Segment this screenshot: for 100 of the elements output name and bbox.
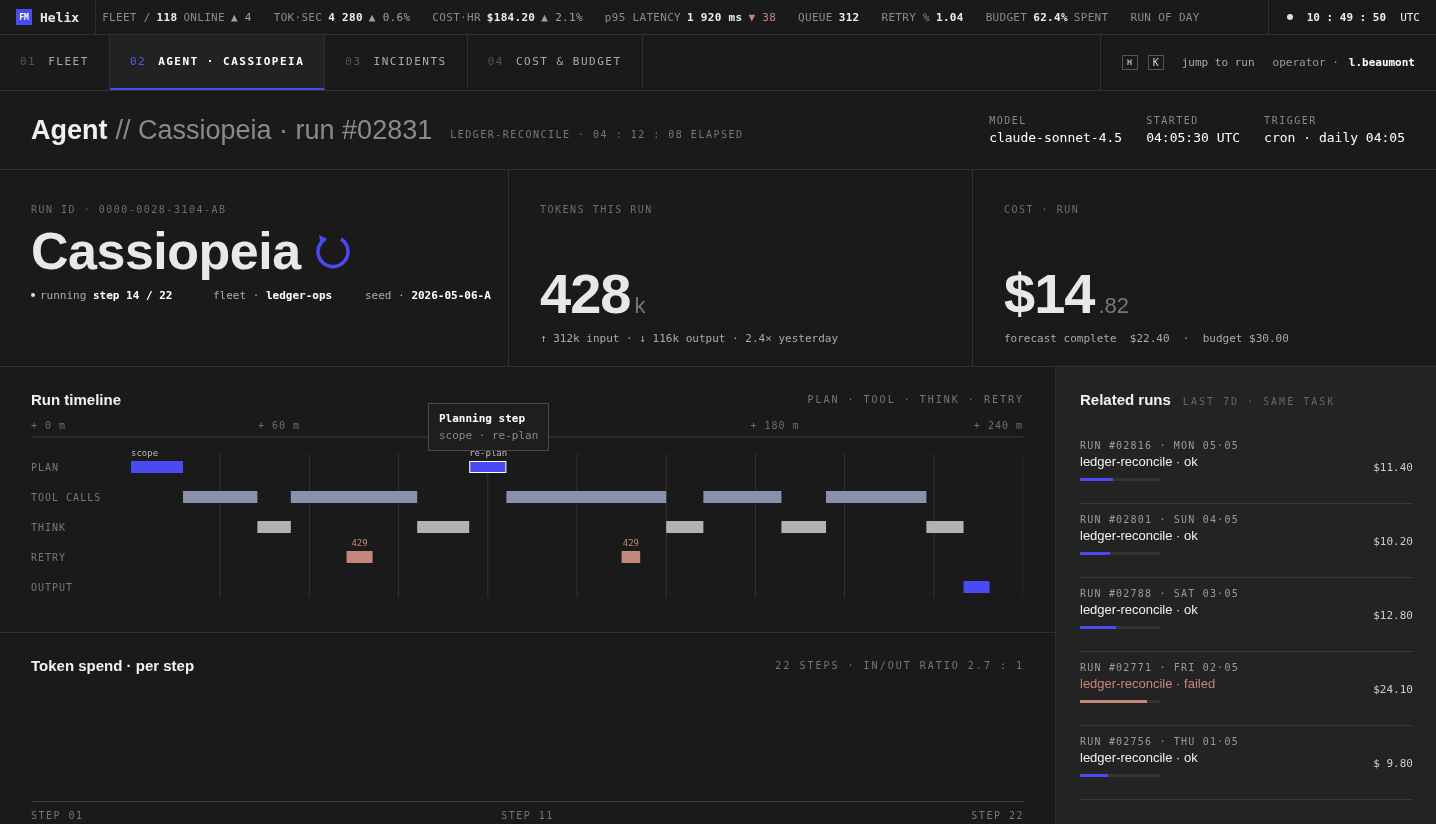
metric-label: QUEUE (798, 10, 833, 24)
nav-tab[interactable]: 04 COST & BUDGET (467, 35, 643, 90)
run-id: RUN #02771 · FRI 02·05 (1080, 661, 1240, 673)
app-name: Helix (40, 9, 80, 25)
live-dot-icon (1286, 14, 1293, 20)
run-id: RUN #02801 · SUN 04·05 (1080, 513, 1240, 525)
run-cost: $24.10 (1373, 683, 1413, 696)
bar-annotation: 429 (622, 538, 639, 548)
card-label: TOKENS THIS RUN (540, 204, 654, 215)
run-meta: LEDGER-RECONCILE · 04 : 12 : 08 ELAPSED (450, 128, 744, 140)
section-title: Token spend · per step (31, 657, 195, 674)
run-name: ledger-reconcile · ok (1080, 601, 1199, 617)
stat-detail: ↑ 312k input · ↓ 116k output · 2.4× yesterday (540, 332, 839, 345)
chart-legend: PLAN · TOOL · THINK · RETRY (807, 394, 1024, 405)
metric-label: TOK·SEC (273, 10, 323, 24)
field-value: cron · daily 04:05 (1264, 130, 1405, 145)
metric-value: 1 920 ms (687, 10, 743, 24)
page-title: Agent (31, 114, 108, 146)
clock-time: 10 : 49 : 50 (1306, 10, 1387, 24)
panel-subtitle: LAST 7D · SAME TASK (1182, 396, 1336, 407)
run-id: RUN #02756 · THU 01·05 (1080, 735, 1240, 747)
logo: FM (16, 9, 32, 25)
nav-tab[interactable]: 01 FLEET (0, 35, 110, 90)
metric-delta: ▲ 2.1% (541, 10, 583, 24)
metric-label: FLEET / (102, 10, 151, 24)
metric-delta: ▼ 38 (748, 10, 777, 24)
run-id: RUN #02816 · MON 05·05 (1080, 439, 1240, 451)
section-meta: 22 STEPS · IN/OUT RATIO 2.7 : 1 (775, 660, 1024, 671)
metric-label: RETRY % (881, 10, 930, 24)
axis-tick-label: + 0 m (31, 420, 67, 431)
axis-label: STEP 22 (971, 810, 1024, 823)
jump-link[interactable]: jump to run (1181, 56, 1255, 69)
related-run[interactable]: RUN #02771 · FRI 02·05 ledger-reconcile · failed $24.10 (1080, 652, 1413, 726)
field-label: TRIGGER (1264, 115, 1318, 126)
metric-value: 312 (838, 10, 860, 24)
run-cost: $ 9.80 (1373, 757, 1413, 770)
tooltip-text: scope · re-plan (439, 429, 539, 442)
stat-unit: .82 (1098, 293, 1130, 319)
metric-label: p95 LATENCY (604, 10, 681, 24)
related-run[interactable]: RUN #02801 · SUN 04·05 ledger-reconcile · ok $10.20 (1080, 504, 1413, 578)
axis-tick-label: + 240 m (973, 420, 1023, 431)
meta-label: running (40, 289, 87, 302)
field-label: MODEL (989, 115, 1028, 126)
field-value: 04:05:30 UTC (1146, 130, 1241, 145)
run-name: ledger-reconcile · ok (1080, 527, 1199, 543)
metric-value: 62.4% (1033, 10, 1068, 24)
metric-value: 4 280 (328, 10, 363, 24)
run-id: RUN #02788 · SAT 03·05 (1080, 587, 1240, 599)
tooltip-title: Planning step (439, 412, 527, 425)
run-name: ledger-reconcile · ok (1080, 749, 1199, 765)
run-name: ledger-reconcile · failed (1080, 675, 1217, 691)
lane-label: RETRY (31, 552, 67, 563)
meta-value: ledger-ops (266, 289, 333, 302)
agent-name: Cassiopeia (31, 221, 301, 281)
stat-detail: forecast complete $22.40 · budget $30.00 (1004, 332, 1290, 345)
stat-value: 428 (540, 261, 631, 326)
related-run[interactable]: RUN #02756 · THU 01·05 ledger-reconcile · ok $ 9.80 (1080, 726, 1413, 800)
key-cap: K (1147, 55, 1164, 70)
stat-value: $14 (1004, 261, 1095, 326)
axis-label: STEP 01 (31, 810, 84, 823)
meta-label: seed · (365, 289, 405, 302)
lane-label: THINK (31, 522, 67, 533)
run-cost: $10.20 (1373, 535, 1413, 548)
metric-delta: ▲ 4 (230, 10, 252, 24)
run-cost: $11.40 (1373, 461, 1413, 474)
card-label: COST · RUN (1004, 204, 1081, 215)
metric-delta: ▲ 0.6% (368, 10, 411, 24)
status-dot-icon (31, 293, 35, 297)
bar-annotation: 429 (351, 538, 368, 548)
metric-label: RUN OF DAY (1130, 10, 1200, 24)
nav-tab[interactable]: 03 INCIDENTS (325, 35, 468, 90)
axis-tick-label: + 180 m (750, 420, 800, 431)
metric-value: $184.20 (486, 10, 536, 24)
related-run[interactable]: RUN #02788 · SAT 03·05 ledger-reconcile · ok $12.80 (1080, 578, 1413, 652)
meta-value: step 14 / 22 (93, 289, 173, 302)
panel-title: Related runs (1080, 391, 1171, 408)
time-zone: UTC (1400, 10, 1420, 24)
stat-unit: k (634, 293, 646, 319)
metric-value: 1.04 (935, 10, 964, 24)
operator-label: operator · (1272, 56, 1339, 69)
meta-value: 2026-05-06-A (411, 289, 491, 302)
operator-name: l.beaumont (1348, 56, 1415, 69)
nav-tab[interactable]: 02 AGENT · CASSIOPEIA (109, 35, 326, 90)
metric-unit: SPENT (1073, 10, 1109, 24)
lane-label: PLAN (31, 462, 60, 473)
field-label: STARTED (1146, 115, 1200, 126)
page-subtitle: // Cassiopeia · run #02831 (115, 114, 433, 146)
metric-label: COST·HR (432, 10, 481, 24)
field-value: claude-sonnet-4.5 (989, 130, 1123, 145)
metric-value: 118 (156, 10, 178, 24)
axis-label: STEP 11 (501, 810, 554, 823)
metric-label: BUDGET (985, 10, 1028, 24)
related-run[interactable]: RUN #02816 · MON 05·05 ledger-reconcile · ok $11.40 (1080, 430, 1413, 504)
bar-annotation: scope (131, 448, 159, 458)
run-cost: $12.80 (1373, 609, 1413, 622)
lane-label: TOOL CALLS (31, 492, 102, 503)
axis-tick-label: + 60 m (257, 420, 301, 431)
run-name: ledger-reconcile · ok (1080, 453, 1199, 469)
meta-label: fleet · (213, 289, 260, 302)
metric-unit: ONLINE (183, 10, 225, 24)
